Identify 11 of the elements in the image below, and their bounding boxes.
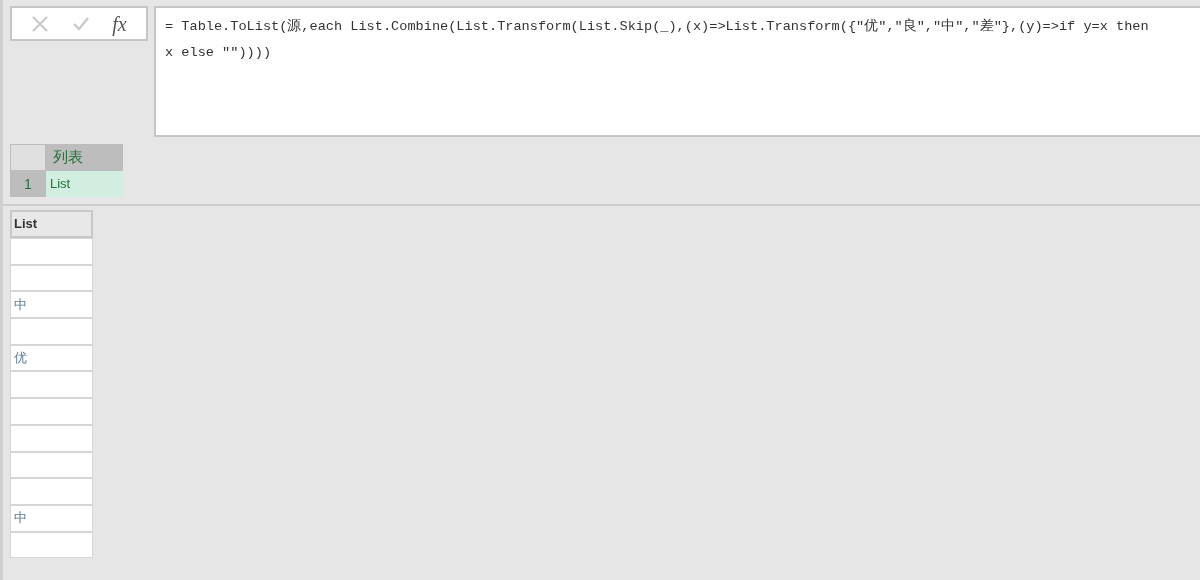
table-cell: 中 [10, 504, 93, 532]
formula-line: x else "")))) [165, 44, 272, 62]
fx-label[interactable]: fx [112, 8, 127, 39]
column-header[interactable]: List [10, 210, 93, 238]
table-cell: 中 [10, 291, 93, 319]
formula-line: = Table.ToList(源,each List.Combine(List.Transform(List.Skip(_),(x)=>List.Transform({"优","良","中","差"},(y)=>if y=x then [165, 17, 1149, 36]
corner-cell [10, 144, 46, 171]
row-number: 1 [10, 171, 46, 197]
table-cell: 优 [10, 344, 93, 372]
formula-editor[interactable]: = Table.ToList(源,each List.Combine(List.Transform(List.Skip(_),(x)=>List.Transform({"优","良","中","差"},(y)=>if y=x then x else "")))) [154, 6, 1200, 137]
table-cell[interactable]: List [46, 171, 123, 197]
